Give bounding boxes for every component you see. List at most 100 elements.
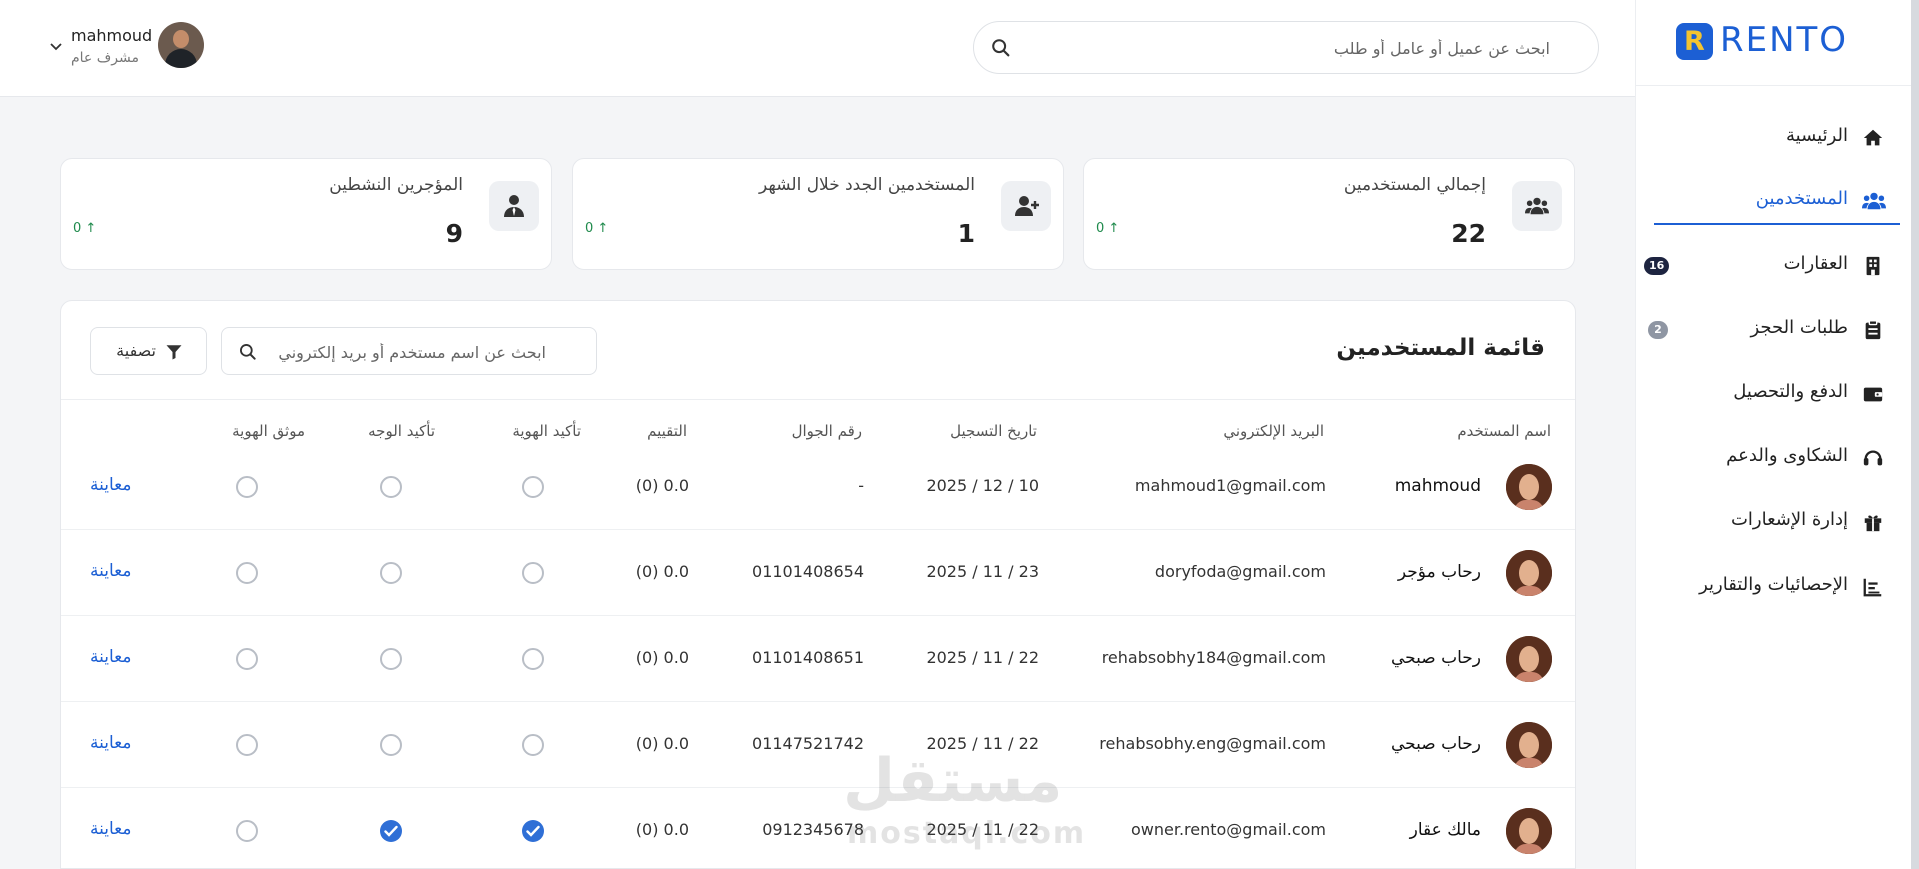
user-name-cell: رحاب صبحي: [1390, 734, 1481, 754]
user-name-cell: رحاب صبحي: [1390, 648, 1481, 668]
email-cell: owner.rento@gmail.com: [1130, 820, 1326, 839]
avatar[interactable]: [1506, 464, 1552, 510]
preview-link[interactable]: معاينة: [90, 733, 131, 753]
user-search: [221, 327, 597, 375]
sidebar-item-reports[interactable]: الإحصائيات والتقارير: [1636, 562, 1919, 610]
sidebar-item-booking-requests[interactable]: طلبات الحجز 2: [1636, 305, 1919, 353]
rating-cell: (0) 0.0: [635, 820, 689, 839]
clipboard-icon: [1862, 319, 1884, 341]
id-confirm-radio[interactable]: [522, 476, 544, 498]
user-search-input[interactable]: [246, 340, 546, 364]
sidebar-item-properties[interactable]: العقارات 16: [1636, 241, 1919, 289]
rating-cell: (0) 0.0: [635, 648, 689, 667]
sidebar-scrollbar[interactable]: [1911, 0, 1919, 869]
id-verified-radio[interactable]: [236, 562, 258, 584]
user-tie-icon: [489, 181, 539, 231]
user-name: mahmoud: [71, 26, 153, 45]
user-role: مشرف عام: [71, 50, 139, 66]
sidebar-item-label: إدارة الإشعارات: [1730, 509, 1848, 530]
user-name-cell: رحاب مؤجر: [1397, 562, 1481, 582]
id-confirm-radio[interactable]: [522, 648, 544, 670]
chevron-down-icon[interactable]: [48, 38, 64, 54]
rating-cell: (0) 0.0: [635, 476, 689, 495]
column-header-name: اسم المستخدم: [1457, 422, 1551, 440]
face-confirm-radio[interactable]: [380, 476, 402, 498]
properties-count-badge: 16: [1644, 257, 1670, 275]
stat-trend: 0 ↑: [1096, 221, 1120, 236]
preview-link[interactable]: معاينة: [90, 475, 131, 495]
sidebar-item-payments[interactable]: الدفع والتحصيل: [1636, 369, 1919, 417]
face-confirm-radio[interactable]: [380, 648, 402, 670]
top-header: mahmoud مشرف عام: [0, 0, 1635, 97]
rating-cell: (0) 0.0: [635, 562, 689, 581]
sidebar-item-label: الشكاوى والدعم: [1726, 445, 1848, 466]
stat-card-active-landlords: المؤجرين النشطين 9 0 ↑: [60, 158, 552, 270]
id-verified-radio[interactable]: [236, 648, 258, 670]
stat-title: المستخدمين الجدد خلال الشهر: [759, 175, 975, 195]
stat-trend: 0 ↑: [585, 221, 609, 236]
sidebar-item-notifications[interactable]: إدارة الإشعارات: [1636, 497, 1919, 545]
gift-icon: [1862, 511, 1884, 533]
registered-date-cell: 2025 / 11 / 22: [926, 648, 1039, 667]
building-icon: [1862, 255, 1884, 277]
logo-mark-icon: R: [1676, 23, 1713, 60]
preview-link[interactable]: معاينة: [90, 647, 131, 667]
avatar[interactable]: [1506, 808, 1552, 854]
chart-icon: [1862, 576, 1884, 598]
phone-cell: -: [858, 476, 864, 495]
avatar[interactable]: [1506, 636, 1552, 682]
search-icon[interactable]: [990, 37, 1012, 59]
filter-button[interactable]: تصفية: [90, 327, 207, 375]
stat-value: 1: [957, 219, 975, 248]
preview-link[interactable]: معاينة: [90, 819, 131, 839]
avatar[interactable]: [1506, 550, 1552, 596]
id-verified-radio[interactable]: [236, 820, 258, 842]
email-cell: rehabsobhy184@gmail.com: [1101, 648, 1326, 667]
column-header-phone: رقم الجوال: [791, 422, 862, 440]
rento-logo[interactable]: R RENTO: [1676, 20, 1876, 63]
sidebar-item-label: طلبات الحجز: [1750, 317, 1848, 338]
sidebar-divider: [1636, 85, 1919, 86]
arrow-up-icon: ↑: [1108, 221, 1120, 236]
preview-link[interactable]: معاينة: [90, 561, 131, 581]
avatar[interactable]: [1506, 722, 1552, 768]
id-confirm-radio[interactable]: [522, 820, 544, 842]
user-menu[interactable]: mahmoud مشرف عام: [48, 22, 208, 72]
global-search: [973, 21, 1599, 74]
divider: [61, 399, 1575, 400]
id-verified-radio[interactable]: [236, 476, 258, 498]
id-confirm-radio[interactable]: [522, 734, 544, 756]
home-icon: [1862, 127, 1884, 149]
sidebar-item-label: الرئيسية: [1786, 125, 1848, 146]
face-confirm-radio[interactable]: [380, 734, 402, 756]
face-confirm-radio[interactable]: [380, 562, 402, 584]
stat-title: المؤجرين النشطين: [329, 175, 463, 195]
table-row: mahmoud mahmoud1@gmail.com 2025 / 12 / 10 -…: [61, 444, 1575, 530]
stat-value: 22: [1451, 219, 1486, 248]
stat-card-new-users: المستخدمين الجدد خلال الشهر 1 0 ↑: [572, 158, 1064, 270]
headset-icon: [1862, 447, 1884, 469]
id-verified-radio[interactable]: [236, 734, 258, 756]
table-row: رحاب مؤجر doryfoda@gmail.com 2025 / 11 / 2…: [61, 530, 1575, 616]
user-name-cell: mahmoud: [1394, 476, 1481, 496]
filter-icon: [165, 343, 183, 361]
id-confirm-radio[interactable]: [522, 562, 544, 584]
sidebar-item-home[interactable]: الرئيسية: [1636, 113, 1919, 161]
sidebar-item-users[interactable]: المستخدمين: [1636, 176, 1919, 225]
registered-date-cell: 2025 / 12 / 10: [926, 476, 1039, 495]
registered-date-cell: 2025 / 11 / 23: [926, 562, 1039, 581]
users-icon: [1512, 181, 1562, 231]
phone-cell: 01101408654: [752, 562, 864, 581]
column-header-id-verified: موثق الهوية: [232, 422, 305, 440]
global-search-input[interactable]: [1050, 34, 1550, 62]
users-icon: [1862, 190, 1886, 212]
stat-card-total-users: إجمالي المستخدمين 22 0 ↑: [1083, 158, 1575, 270]
face-confirm-radio[interactable]: [380, 820, 402, 842]
users-list-panel: قائمة المستخدمين تصفية اسم المستخدم البر…: [60, 300, 1576, 869]
column-header-email: البريد الإلكتروني: [1223, 422, 1324, 440]
stat-trend: 0 ↑: [73, 221, 97, 236]
column-header-rating: التقييم: [647, 422, 687, 440]
avatar[interactable]: [158, 22, 204, 68]
sidebar-item-label: العقارات: [1783, 253, 1848, 274]
sidebar-item-support[interactable]: الشكاوى والدعم: [1636, 433, 1919, 481]
